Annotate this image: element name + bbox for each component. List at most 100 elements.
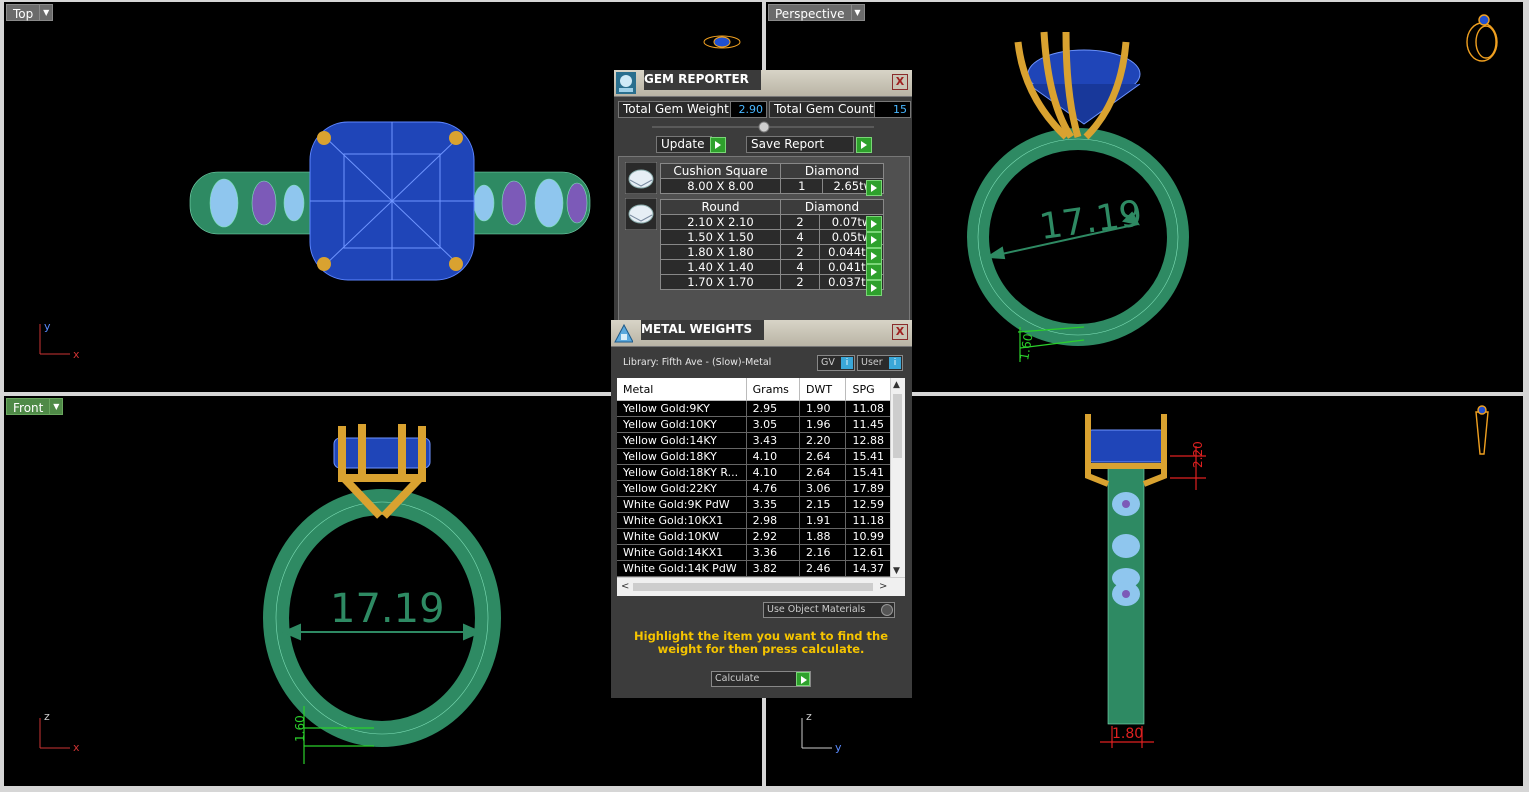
- table-row[interactable]: White Gold:14K PdW 3.82 2.46 14.37: [617, 560, 891, 577]
- column-header-metal[interactable]: Metal: [617, 378, 747, 401]
- total-gem-weight-value: 2.90: [730, 101, 767, 118]
- cushion-diamond-icon: [625, 162, 657, 194]
- close-icon[interactable]: X: [892, 324, 908, 340]
- round-diamond-icon: [625, 198, 657, 230]
- user-toggle[interactable]: User i: [857, 355, 903, 371]
- svg-text:y: y: [835, 741, 842, 754]
- scroll-left-icon[interactable]: <: [621, 581, 629, 592]
- metal-weights-titlebar[interactable]: METAL WEIGHTS X: [611, 320, 912, 347]
- save-report-button[interactable]: Save Report: [746, 136, 854, 153]
- center-stone-top: [309, 121, 475, 281]
- calculate-button[interactable]: Calculate: [711, 671, 811, 687]
- gem-row[interactable]: 1.50 X 1.50 4 0.05tw: [660, 229, 884, 245]
- table-row[interactable]: Yellow Gold:14KY 3.43 2.20 12.88: [617, 432, 891, 449]
- svg-text:1.80: 1.80: [1112, 726, 1143, 742]
- viewport-top-name: Top: [6, 4, 41, 21]
- gem-reporter-title: GEM REPORTER: [644, 70, 761, 90]
- ring-side-right: [1107, 465, 1145, 725]
- splitter-handle[interactable]: [614, 120, 912, 134]
- close-icon[interactable]: X: [892, 74, 908, 90]
- gem-group-round: Round Diamond 2.10 X 2.10 2 0.07tw 1.50 …: [660, 199, 884, 290]
- viewport-front-name: Front: [6, 398, 51, 415]
- table-row[interactable]: White Gold:9K PdW 3.35 2.15 12.59: [617, 496, 891, 513]
- chevron-down-icon[interactable]: ▼: [40, 4, 54, 21]
- front-dimension-label: 17.19: [330, 586, 445, 632]
- metal-table: Metal Grams DWT SPG Yellow Gold:9KY 2.95 1…: [617, 378, 891, 577]
- gem-reporter-icon: [616, 72, 636, 94]
- table-row[interactable]: White Gold:14KX1 3.36 2.16 12.61: [617, 544, 891, 561]
- axis-indicator-right: z y: [801, 710, 842, 754]
- perspective-dimension-label: 17.19: [1037, 193, 1145, 248]
- svg-text:y: y: [44, 320, 51, 333]
- update-button[interactable]: Update: [656, 136, 712, 153]
- gem-reporter-panel[interactable]: GEM REPORTER X Total Gem Weight 2.90 Tot…: [614, 70, 912, 336]
- vertical-scrollbar[interactable]: ▲ ▼: [890, 378, 905, 578]
- total-gem-count-value: 15: [874, 101, 911, 118]
- gem-row-go-button[interactable]: [866, 248, 882, 264]
- hscroll-thumb[interactable]: [633, 583, 873, 591]
- column-header-dwt[interactable]: DWT: [799, 378, 847, 401]
- svg-text:x: x: [73, 348, 80, 361]
- table-row[interactable]: Yellow Gold:10KY 3.05 1.96 11.45: [617, 416, 891, 433]
- viewport-front-label[interactable]: Front ▼: [6, 398, 64, 415]
- svg-text:z: z: [44, 710, 50, 723]
- view-cube-icon: [1475, 405, 1489, 455]
- toggle-indicator-icon: [881, 604, 893, 616]
- table-row[interactable]: Yellow Gold:18KY R... 4.10 2.64 15.41: [617, 464, 891, 481]
- info-icon: i: [889, 357, 901, 369]
- gem-row[interactable]: 1.40 X 1.40 4 0.041tw: [660, 259, 884, 275]
- scroll-up-icon[interactable]: ▲: [893, 380, 900, 390]
- gem-row-go-button[interactable]: [866, 232, 882, 248]
- gem-row-go-button[interactable]: [866, 180, 882, 196]
- library-label: Library: Fifth Ave - (Slow)-Metal: [623, 357, 772, 368]
- svg-text:z: z: [806, 710, 812, 723]
- gem-shape-label: Cushion Square: [660, 163, 781, 179]
- gem-row[interactable]: 1.80 X 1.80 2 0.044tw: [660, 244, 884, 260]
- gem-material-label: Diamond: [780, 163, 884, 179]
- svg-text:2.20: 2.20: [1191, 441, 1205, 468]
- use-object-materials-toggle[interactable]: Use Object Materials: [763, 602, 895, 618]
- gem-row[interactable]: 8.00 X 8.00 1 2.65tw: [660, 178, 884, 194]
- gem-row[interactable]: 2.10 X 2.10 2 0.07tw: [660, 214, 884, 230]
- axis-indicator-top: y x: [39, 320, 80, 361]
- view-cube-icon: [1466, 14, 1498, 62]
- update-go-button[interactable]: [710, 137, 726, 153]
- chevron-down-icon[interactable]: ▼: [50, 398, 64, 415]
- scrollbar-thumb[interactable]: [893, 394, 902, 458]
- gem-row[interactable]: 1.70 X 1.70 2 0.037tw: [660, 274, 884, 290]
- table-row[interactable]: Yellow Gold:18KY 4.10 2.64 15.41: [617, 448, 891, 465]
- view-cube-icon: [703, 35, 741, 49]
- table-row[interactable]: Yellow Gold:9KY 2.95 1.90 11.08: [617, 400, 891, 417]
- total-gem-count-label: Total Gem Count: [769, 101, 879, 118]
- gv-toggle[interactable]: GV i: [817, 355, 855, 371]
- column-header-spg[interactable]: SPG: [845, 378, 891, 401]
- chevron-down-icon[interactable]: ▼: [851, 4, 865, 21]
- total-gem-weight-label: Total Gem Weight: [618, 101, 734, 118]
- gem-shape-label: Round: [660, 199, 781, 215]
- gem-row-go-button[interactable]: [866, 280, 882, 296]
- info-icon: i: [841, 357, 853, 369]
- table-row[interactable]: White Gold:10KW 2.92 1.88 10.99: [617, 528, 891, 545]
- gem-material-label: Diamond: [780, 199, 884, 215]
- horizontal-scrollbar[interactable]: < >: [617, 577, 905, 596]
- scroll-down-icon[interactable]: ▼: [893, 566, 900, 576]
- viewport-top-label[interactable]: Top ▼: [6, 4, 54, 21]
- scroll-right-icon[interactable]: >: [879, 581, 887, 592]
- gem-reporter-titlebar[interactable]: GEM REPORTER X: [614, 70, 912, 97]
- metal-table-container[interactable]: Metal Grams DWT SPG Yellow Gold:9KY 2.95 1…: [617, 378, 905, 596]
- svg-text:x: x: [73, 741, 80, 754]
- svg-text:1.60: 1.60: [293, 715, 307, 742]
- table-row[interactable]: Yellow Gold:22KY 4.76 3.06 17.89: [617, 480, 891, 497]
- column-header-grams[interactable]: Grams: [746, 378, 801, 401]
- metal-weights-icon: [614, 323, 633, 343]
- center-stone-front: [333, 437, 431, 469]
- metal-weights-panel[interactable]: METAL WEIGHTS X Library: Fifth Ave - (Sl…: [611, 320, 912, 698]
- gem-row-go-button[interactable]: [866, 264, 882, 280]
- save-report-go-button[interactable]: [856, 137, 872, 153]
- table-row[interactable]: White Gold:10KX1 2.98 1.91 11.18: [617, 512, 891, 529]
- axis-indicator-front: z x: [39, 710, 80, 754]
- gem-row-go-button[interactable]: [866, 216, 882, 232]
- viewport-perspective-label[interactable]: Perspective ▼: [768, 4, 865, 21]
- calculate-go-icon[interactable]: [796, 672, 810, 686]
- viewport-perspective-name: Perspective: [768, 4, 852, 21]
